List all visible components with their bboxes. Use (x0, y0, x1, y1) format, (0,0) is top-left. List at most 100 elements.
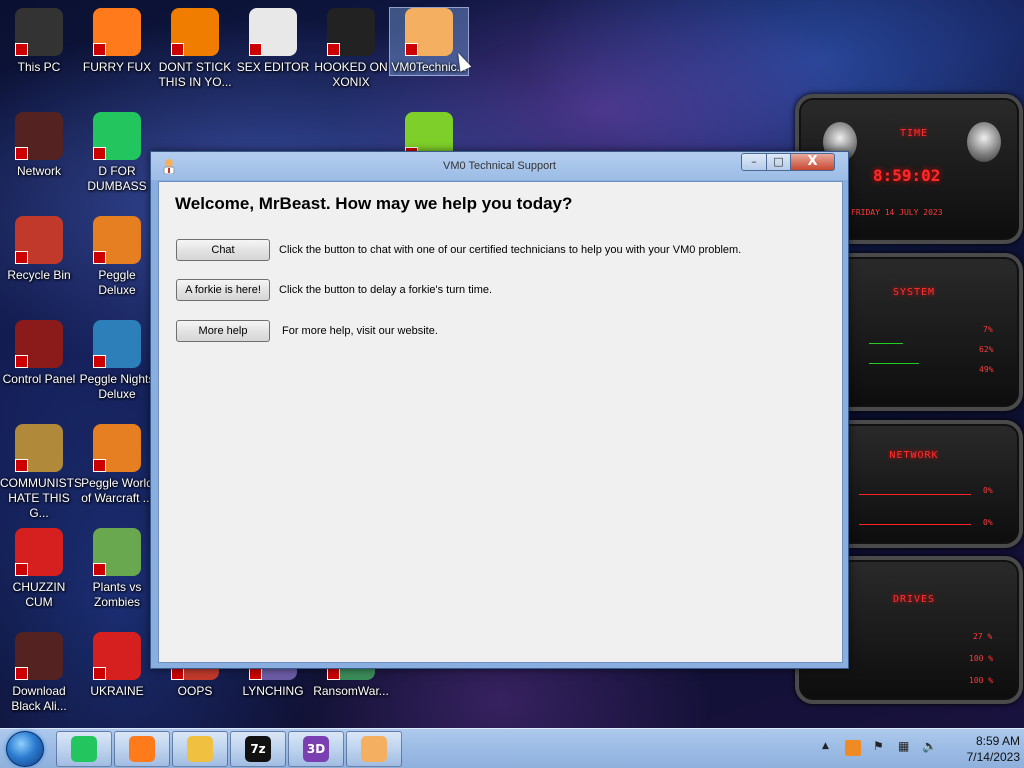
radiation-icon (93, 632, 141, 680)
show-hidden-icons-button[interactable]: ▲ (822, 741, 829, 751)
desktop-icon[interactable]: Download Black Ali... (0, 632, 78, 714)
recycle-bin-icon (15, 216, 63, 264)
computer-icon (15, 8, 63, 56)
gadget-disk-value: 49% (979, 365, 994, 374)
chuzzle-icon (15, 528, 63, 576)
desktop-icon-label: COMMUNISTS HATE THIS G... (0, 476, 82, 520)
taskbar: 7z 3D ▲ ⚑ ▦ 🔈 8:59 AM 7/14/2023 (0, 728, 1024, 768)
tray-app-icon[interactable] (845, 740, 861, 756)
more-help-button[interactable]: More help (176, 320, 270, 342)
desktop-icon[interactable]: This PC (0, 8, 78, 75)
gadget-drive-d-value: 100 % (969, 654, 994, 663)
gadget-ram-value: 62% (979, 345, 994, 354)
desktop-icon[interactable]: Peggle Deluxe (78, 216, 156, 298)
desktop-icon-label: Recycle Bin (7, 268, 71, 282)
firefox-icon (129, 736, 155, 762)
close-button[interactable]: X (790, 153, 835, 171)
desktop-icon[interactable]: COMMUNISTS HATE THIS G... (0, 424, 82, 521)
gadget-drive-c-value: 27 % (973, 632, 993, 641)
gadget-net-out-value: 0% (983, 518, 993, 527)
gadget-cpu-value: 7% (983, 325, 993, 334)
flower-icon (93, 528, 141, 576)
network-icon (15, 112, 63, 160)
desktop-icon-label: HOOKED ON XONIX (314, 60, 388, 89)
taskbar-app-button[interactable] (56, 731, 112, 767)
gadget-net-in-value: 0% (983, 486, 993, 495)
desktop-icon[interactable]: CHUZZIN CUM (0, 528, 78, 610)
hxd-editor-icon (249, 8, 297, 56)
peggle-wow-icon (93, 424, 141, 472)
desktop-icon[interactable]: DONT STICK THIS IN YO... (156, 8, 234, 90)
desktop-icon-label: Peggle Nights Deluxe (79, 372, 155, 401)
money-bag-icon (15, 424, 63, 472)
desktop-icon[interactable]: FURRY FUX (78, 8, 156, 75)
peggle-icon (93, 216, 141, 264)
xonix-game-icon (327, 8, 375, 56)
taskbar-app-button[interactable]: 3D (288, 731, 344, 767)
gadget-drives-title: DRIVES (892, 594, 936, 605)
gadget-time-title: TIME (899, 128, 929, 139)
technician-icon (361, 736, 387, 762)
desktop-icon[interactable]: Plants vs Zombies (78, 528, 156, 610)
chat-button[interactable]: Chat (176, 239, 270, 261)
taskbar-date: 7/14/2023 (966, 750, 1020, 764)
desktop-icon[interactable]: Peggle World of Warcraft ... (78, 424, 156, 506)
start-button[interactable] (6, 731, 44, 767)
desktop-icon-label: DONT STICK THIS IN YO... (158, 60, 232, 89)
peggle-nights-icon (93, 320, 141, 368)
desktop-icon[interactable]: Control Panel (0, 320, 78, 387)
gadget-time-value: 8:59:02 (873, 166, 941, 185)
firefox-icon (93, 8, 141, 56)
desktop-icon-label: Network (16, 164, 61, 178)
window-titlebar[interactable]: VM0 Technical Support – □ X (151, 152, 848, 180)
taskbar-app-button[interactable] (114, 731, 170, 767)
gadget-drive-e-value: 100 % (969, 676, 994, 685)
alien-head-icon (967, 122, 1001, 162)
desktop-icon[interactable]: SEX EDITOR (234, 8, 312, 75)
chat-bubble-icon (93, 112, 141, 160)
desktop-icon-label: Peggle Deluxe (98, 268, 136, 297)
gadget-meter-line (869, 343, 903, 344)
desktop-icon-label: This PC (17, 60, 61, 74)
desktop-icon-label: SEX EDITOR (236, 60, 310, 74)
desktop-icon[interactable]: Peggle Nights Deluxe (78, 320, 156, 402)
desktop-icon-label: Download Black Ali... (11, 684, 67, 713)
desktop-icon-label: LYNCHING (242, 684, 304, 698)
taskbar-app-button[interactable] (346, 731, 402, 767)
network-tray-icon[interactable]: ▦ (898, 739, 909, 753)
minimize-button[interactable]: – (741, 153, 767, 171)
gadget-network-title: NETWORK (889, 450, 939, 461)
taskbar-app-button[interactable] (172, 731, 228, 767)
desktop-icon-label: UKRAINE (90, 684, 144, 698)
alien-theme-icon (15, 632, 63, 680)
maximize-button[interactable]: □ (766, 153, 791, 171)
desktop-icon[interactable]: D FOR DUMBASS (78, 112, 156, 194)
action-center-flag-icon[interactable]: ⚑ (873, 739, 884, 753)
gadget-net-graph (859, 494, 971, 495)
more-help-description: For more help, visit our website. (282, 325, 438, 337)
taskbar-app-button[interactable]: 7z (230, 731, 286, 767)
taskbar-clock[interactable]: 8:59 AM 7/14/2023 (950, 733, 1020, 765)
forkie-button[interactable]: A forkie is here! (176, 279, 270, 301)
welcome-heading: Welcome, MrBeast. How may we help you to… (175, 194, 573, 213)
chat-description: Click the button to chat with one of our… (279, 244, 742, 256)
gadget-meter-line (869, 363, 919, 364)
control-panel-icon (15, 320, 63, 368)
window-client-area: Welcome, MrBeast. How may we help you to… (158, 181, 843, 663)
desktop-icon[interactable]: Recycle Bin (0, 216, 78, 283)
volume-icon[interactable]: 🔈 (922, 739, 937, 753)
forkie-description: Click the button to delay a forkie's tur… (279, 284, 493, 296)
desktop-icon[interactable]: Network (0, 112, 78, 179)
desktop-icon-label: OOPS (177, 684, 213, 698)
3d-builder-icon: 3D (303, 736, 329, 762)
desktop-icon-label: Plants vs Zombies (92, 580, 142, 609)
desktop-icon[interactable]: HOOKED ON XONIX (312, 8, 390, 90)
desktop-icon-label: Control Panel (2, 372, 76, 386)
desktop-icon[interactable]: UKRAINE (78, 632, 156, 699)
gadget-date: FRIDAY 14 JULY 2023 (851, 208, 943, 217)
vlc-cone-icon (171, 8, 219, 56)
7zip-icon: 7z (245, 736, 271, 762)
desktop-icon-label: D FOR DUMBASS (87, 164, 147, 193)
chat-bubble-icon (71, 736, 97, 762)
technician-icon (405, 8, 453, 56)
